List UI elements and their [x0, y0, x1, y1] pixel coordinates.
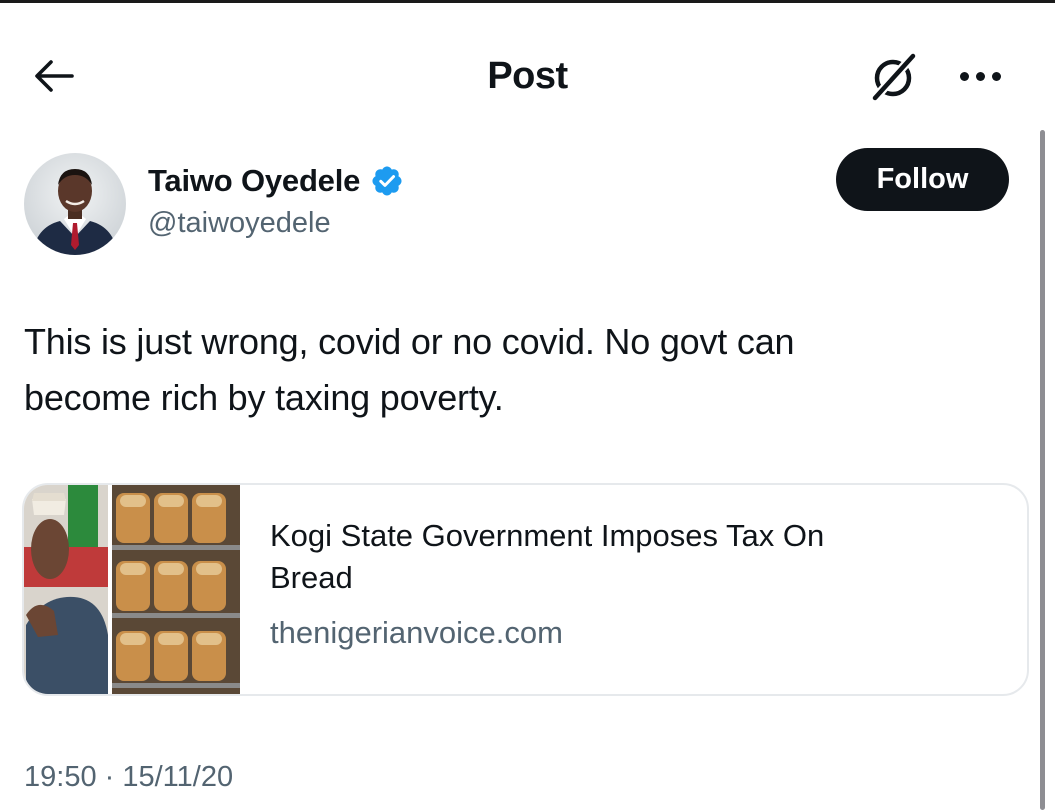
- link-preview-domain: thenigerianvoice.com: [270, 615, 563, 650]
- grok-button[interactable]: [862, 46, 926, 108]
- tweet-text-line: become rich by taxing poverty.: [24, 377, 504, 418]
- link-preview-card[interactable]: Kogi State Government Imposes Tax On Bre…: [22, 483, 1029, 696]
- author-display-name[interactable]: Taiwo Oyedele: [148, 163, 360, 199]
- author-handle[interactable]: @taiwoyedele: [148, 203, 331, 243]
- avatar[interactable]: [24, 153, 126, 255]
- link-preview-title: Kogi State Government Imposes Tax On Bre…: [270, 515, 970, 599]
- post-timestamp[interactable]: 19:50 · 15/11/20: [24, 757, 233, 797]
- more-horizontal-icon: [991, 71, 1001, 81]
- more-horizontal-icon: [975, 71, 985, 81]
- follow-button[interactable]: Follow: [836, 148, 1009, 211]
- scrollbar[interactable]: [1040, 130, 1045, 810]
- tweet-text-line: This is just wrong, covid or no covid. N…: [24, 321, 795, 362]
- avatar-image: [24, 153, 126, 255]
- tweet-text: This is just wrong, covid or no covid. N…: [24, 314, 1004, 426]
- more-horizontal-icon: [959, 71, 969, 81]
- grok-icon: [871, 52, 917, 102]
- link-preview-title-line: Kogi State Government Imposes Tax On: [270, 518, 825, 553]
- more-options-button[interactable]: [948, 54, 1012, 98]
- post-header: Post: [0, 40, 1055, 112]
- top-divider: [0, 0, 1055, 3]
- verified-badge-icon: [372, 166, 402, 196]
- author-name-row: Taiwo Oyedele: [148, 160, 404, 202]
- link-preview-title-line: Bread: [270, 560, 353, 595]
- link-preview-thumbnail: [24, 485, 240, 694]
